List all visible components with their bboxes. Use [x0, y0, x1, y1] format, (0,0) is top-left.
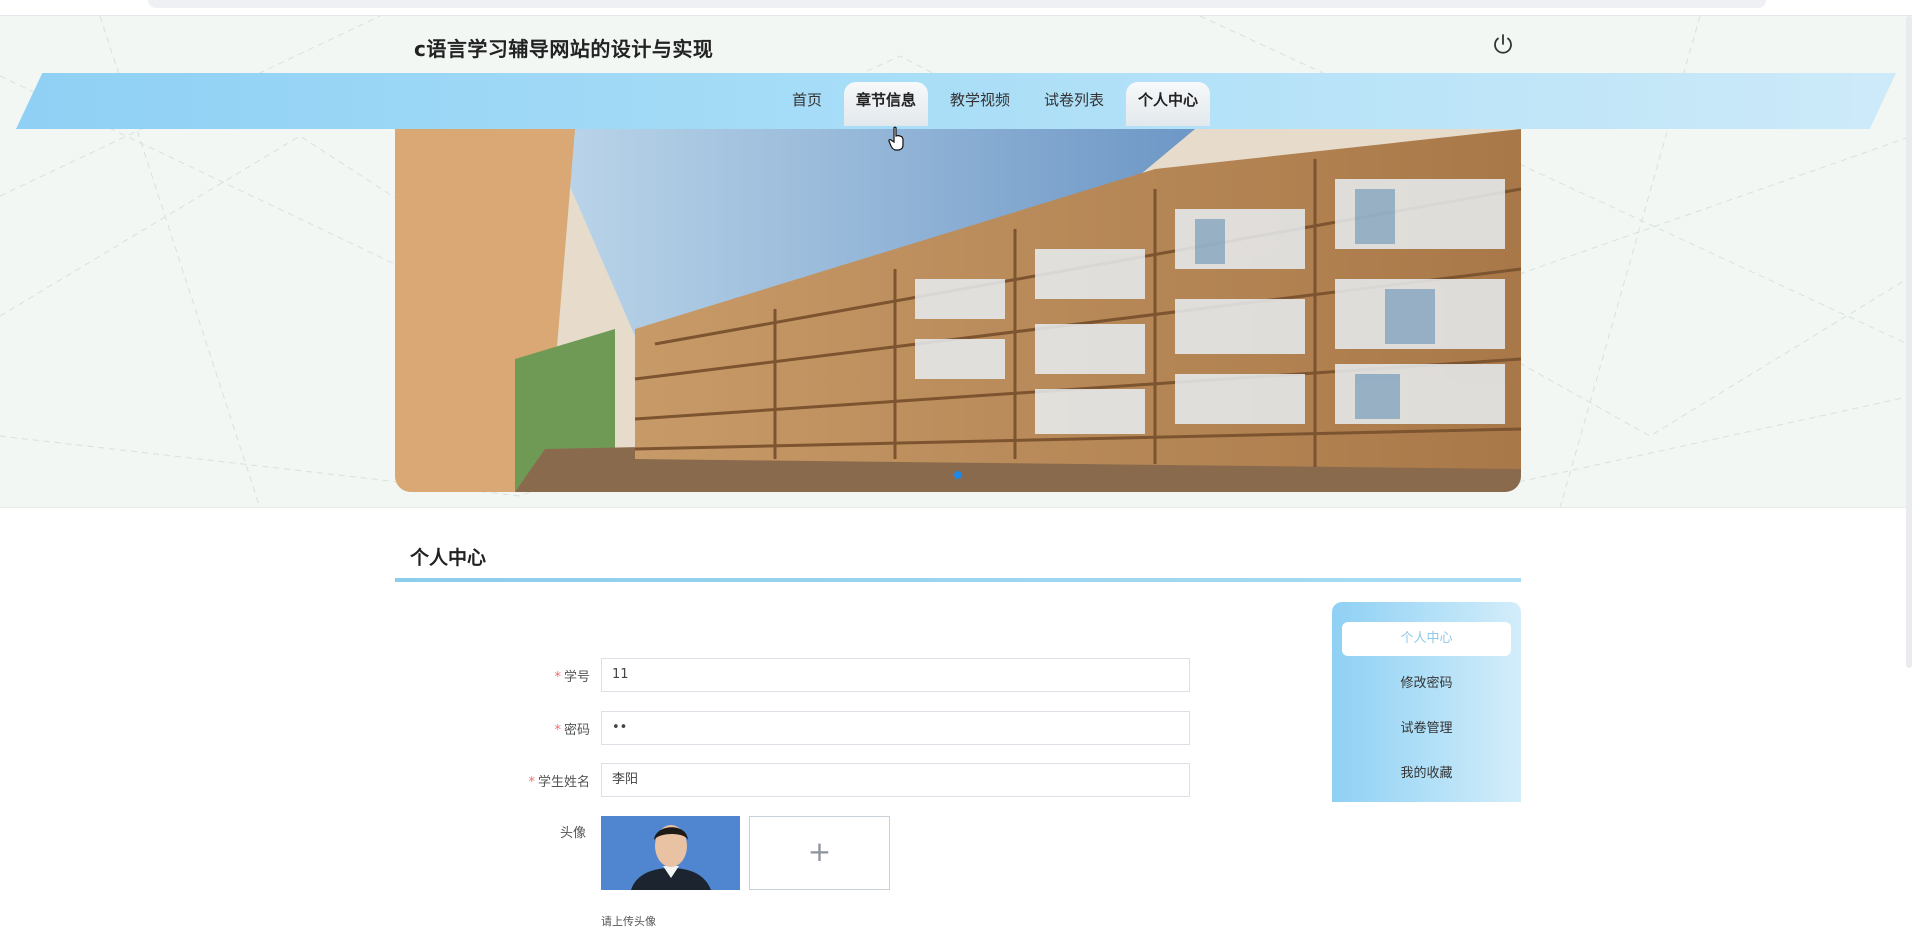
- side-item-exam-management[interactable]: 试卷管理: [1342, 712, 1511, 746]
- mouse-cursor-icon: [888, 126, 906, 152]
- required-mark: *: [554, 670, 561, 685]
- nav-item-profile[interactable]: 个人中心: [1126, 82, 1211, 126]
- avatar-upload-hint: 请上传头像: [601, 915, 656, 928]
- side-menu: 个人中心 修改密码 试卷管理 我的收藏: [1332, 602, 1521, 802]
- student-name-row: * 学生姓名 李阳: [0, 763, 1912, 799]
- password-input[interactable]: ••: [601, 711, 1190, 745]
- banner-carousel[interactable]: [395, 129, 1521, 492]
- browser-top-strip: [0, 0, 1912, 16]
- section-divider: [395, 578, 1521, 582]
- password-row: * 密码 ••: [0, 711, 1912, 747]
- required-mark: *: [528, 775, 535, 790]
- student-no-row: * 学号 11: [0, 658, 1912, 694]
- nav-item-chapters[interactable]: 章节信息: [843, 82, 928, 126]
- browser-address-bar[interactable]: [148, 0, 1766, 8]
- student-no-label: * 学号: [554, 670, 590, 685]
- site-title: c语言学习辅导网站的设计与实现: [414, 37, 714, 61]
- power-icon[interactable]: [1490, 32, 1516, 58]
- nav-item-videos[interactable]: 教学视频: [938, 82, 1022, 126]
- main-nav: 首页 章节信息 教学视频 试卷列表 个人中心: [0, 82, 1912, 126]
- student-name-input[interactable]: 李阳: [601, 763, 1190, 797]
- carousel-dots: [395, 464, 1521, 483]
- student-no-input[interactable]: 11: [601, 658, 1190, 692]
- avatar-image[interactable]: [601, 816, 740, 890]
- carousel-dot[interactable]: [954, 471, 962, 479]
- library-shelves-image: [395, 129, 1521, 492]
- nav-item-exams[interactable]: 试卷列表: [1032, 82, 1116, 126]
- password-label: * 密码: [554, 723, 590, 738]
- side-item-profile[interactable]: 个人中心: [1342, 622, 1511, 656]
- avatar-label: 头像: [560, 826, 587, 841]
- student-name-label: * 学生姓名: [528, 775, 590, 790]
- required-mark: *: [554, 723, 561, 738]
- nav-item-home[interactable]: 首页: [780, 82, 834, 126]
- side-item-change-password[interactable]: 修改密码: [1342, 667, 1511, 701]
- section-title: 个人中心: [410, 547, 487, 569]
- avatar-upload-button[interactable]: +: [749, 816, 890, 890]
- hero-region: c语言学习辅导网站的设计与实现 首页 章节信息 教学视频 试卷列表 个人中心: [0, 16, 1912, 508]
- page-scrollbar[interactable]: [1906, 16, 1912, 668]
- side-item-favorites[interactable]: 我的收藏: [1342, 757, 1511, 791]
